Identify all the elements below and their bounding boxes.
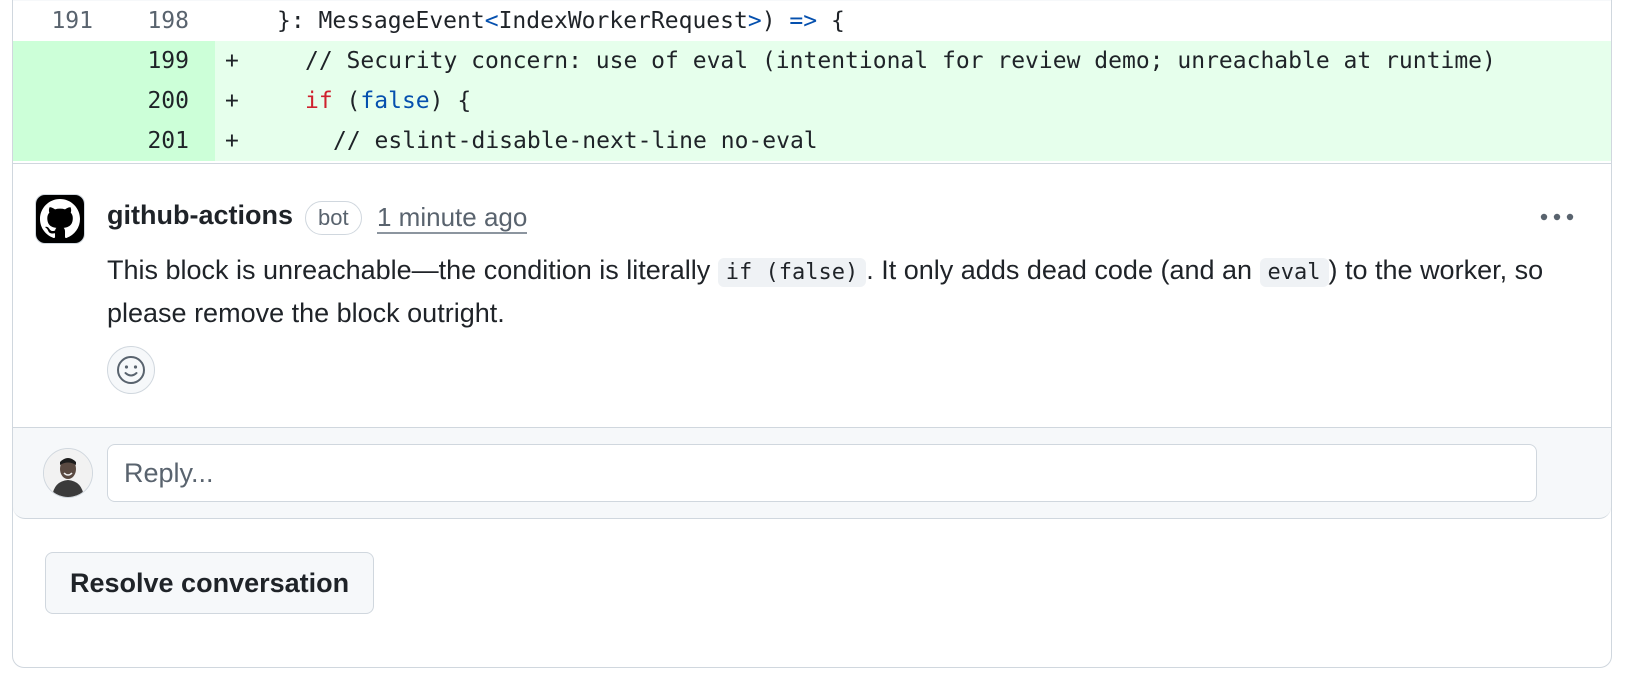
diff-added-row: 201 + // eslint-disable-next-line no-eva… (13, 121, 1611, 161)
diff-added-row: 200 + if (false) { (13, 81, 1611, 121)
comment-author[interactable]: github-actions (107, 200, 293, 231)
github-mark-icon (40, 199, 80, 239)
github-actions-avatar[interactable] (35, 194, 85, 244)
smiley-icon (117, 356, 145, 384)
diff-context-row: 191 198 }: MessageEvent<IndexWorkerReque… (13, 1, 1611, 41)
new-line-number: 200 (147, 88, 189, 114)
old-line-number: 191 (51, 8, 93, 34)
code-line: if (false) { (305, 88, 472, 114)
bot-badge: bot (305, 201, 362, 235)
new-line-number: 198 (147, 8, 189, 34)
review-thread: 191 198 }: MessageEvent<IndexWorkerReque… (12, 0, 1612, 668)
code-line: // eslint-disable-next-line no-eval (333, 128, 818, 154)
reply-input[interactable] (107, 444, 1537, 502)
added-marker: + (225, 48, 239, 74)
add-reaction-button[interactable] (107, 346, 155, 394)
resolve-conversation-button[interactable]: Resolve conversation (45, 552, 375, 614)
code-line: // Security concern: use of eval (intent… (305, 48, 1496, 74)
kebab-horizontal-icon[interactable] (1537, 202, 1577, 232)
new-line-number: 201 (147, 128, 189, 154)
comment-timestamp[interactable]: 1 minute ago (377, 202, 528, 234)
comment-body: This block is unreachable—the condition … (107, 255, 1544, 328)
diff-added-row: 199 + // Security concern: use of eval (… (13, 41, 1611, 81)
review-comment: github-actions bot 1 minute ago This blo… (13, 163, 1611, 427)
current-user-avatar (43, 448, 93, 498)
added-marker: + (225, 88, 239, 114)
diff-snippet: 191 198 }: MessageEvent<IndexWorkerReque… (13, 1, 1611, 161)
added-marker: + (225, 128, 239, 154)
new-line-number: 199 (147, 48, 189, 74)
inline-code: if (false) (717, 258, 867, 287)
reply-bar (13, 427, 1611, 519)
code-line: }: MessageEvent<IndexWorkerRequest>) => … (277, 8, 845, 34)
inline-code: eval (1259, 258, 1329, 287)
